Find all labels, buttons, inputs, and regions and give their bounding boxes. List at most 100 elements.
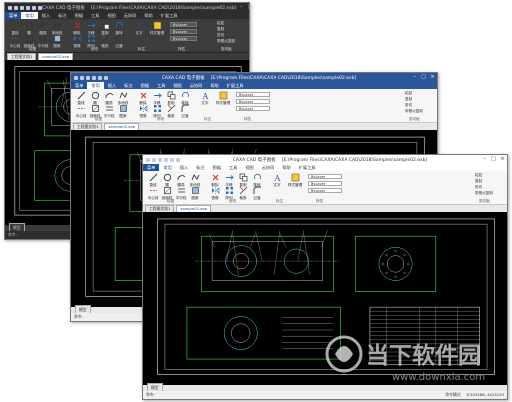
maximize-icon[interactable]: □ — [489, 155, 498, 164]
document-tab[interactable]: sample02.exb — [176, 205, 212, 212]
ribbon-tab[interactable]: 视图 — [241, 164, 257, 171]
document-tab[interactable]: 工程图文档1 — [73, 123, 103, 130]
ribbon-tab[interactable]: 帮助 — [140, 12, 156, 19]
quick-access-icon[interactable] — [170, 157, 174, 162]
draw-tool-button[interactable]: 中心线 — [74, 104, 88, 119]
ribbon-tab[interactable]: 云协同 — [186, 82, 207, 89]
ribbon-tab[interactable]: 云协同 — [258, 164, 279, 171]
draw-tool-button[interactable]: 图案 — [50, 34, 64, 49]
ribbon-tab[interactable]: 菜单 — [5, 12, 22, 19]
draw-tool-button[interactable]: 中心线 — [8, 34, 22, 49]
quick-access-icon[interactable] — [152, 157, 156, 162]
ribbon-tab[interactable]: 插入 — [104, 82, 120, 89]
ribbon-tab[interactable]: 常用 — [21, 12, 38, 19]
layer-combo[interactable]: ByLayer — [236, 99, 270, 104]
draw-tool-button[interactable]: 平行线 — [102, 104, 116, 119]
ribbon-tab[interactable]: 扩展工具 — [157, 12, 182, 19]
modify-tool-button[interactable]: 过渡 — [112, 34, 126, 49]
ribbon-tab[interactable]: 图幅 — [209, 164, 225, 171]
draw-tool-button[interactable]: 图案 — [188, 186, 202, 201]
ribbon-tab[interactable]: 视图 — [169, 82, 185, 89]
draw-tool-button[interactable]: 中心线 — [146, 186, 160, 201]
model-tab[interactable]: 模型 — [75, 305, 91, 313]
ribbon-tab[interactable]: 帮助 — [278, 164, 294, 171]
ribbon-tab[interactable]: 图幅 — [71, 12, 87, 19]
model-tab[interactable]: 模型 — [147, 383, 163, 391]
quick-access-icon[interactable] — [32, 5, 36, 10]
clipboard-item[interactable]: 粘贴 — [475, 173, 482, 178]
document-tab[interactable]: sample02.exb — [104, 123, 140, 130]
draw-tool-button[interactable]: 图案 — [116, 104, 130, 119]
minimize-icon[interactable]: – — [480, 155, 489, 164]
quick-access-icon[interactable] — [14, 5, 18, 10]
modify-tool-button[interactable]: 镜像 — [70, 34, 84, 49]
quick-access-icon[interactable] — [26, 5, 30, 10]
minimize-icon[interactable]: – — [410, 73, 419, 82]
draw-tool-button[interactable]: 平行线 — [36, 34, 50, 49]
quick-access-icon[interactable] — [86, 75, 90, 80]
quick-access-icon[interactable] — [164, 157, 168, 162]
minimize-icon[interactable]: – — [236, 3, 245, 12]
clipboard-item[interactable]: 复制 — [217, 27, 224, 32]
document-tab[interactable]: 工程图文档1 — [7, 53, 37, 60]
ribbon-tab[interactable]: 扩展工具 — [223, 82, 248, 89]
quick-access-icon[interactable] — [98, 75, 102, 80]
quick-access-icon[interactable] — [20, 5, 24, 10]
model-tab[interactable]: 模型 — [9, 223, 25, 231]
text-tool-button[interactable]: A 文字 — [198, 91, 212, 106]
quick-access-icon[interactable] — [8, 5, 12, 10]
ribbon-tab[interactable]: 标注 — [54, 12, 70, 19]
style-manager-button[interactable]: 样式管理 — [148, 21, 166, 36]
layer-combo[interactable]: ByLayer — [308, 181, 342, 186]
ribbon-tab[interactable]: 扩展工具 — [295, 164, 320, 171]
modify-tool-button[interactable]: 过渡 — [250, 186, 264, 201]
modify-tool-button[interactable]: 镜像 — [208, 186, 222, 201]
clipboard-item[interactable]: 粘贴 — [217, 21, 224, 26]
layer-combo[interactable]: ByLayer — [236, 92, 270, 97]
layer-combo[interactable]: ByLayer — [308, 188, 342, 193]
modify-tool-button[interactable]: 过渡 — [178, 104, 192, 119]
quick-access-icon[interactable] — [92, 75, 96, 80]
ribbon-tab[interactable]: 帮助 — [206, 82, 222, 89]
ribbon-tab[interactable]: 标注 — [192, 164, 208, 171]
ribbon-tab[interactable]: 插入 — [176, 164, 192, 171]
ribbon-tab[interactable]: 视图 — [103, 12, 119, 19]
clipboard-item[interactable]: 带基点复制 — [405, 109, 423, 114]
quick-access-icon[interactable] — [80, 75, 84, 80]
modify-tool-button[interactable]: 裁剪 — [98, 34, 112, 49]
layer-combo[interactable]: ByLayer — [170, 36, 198, 41]
ribbon-tab[interactable]: 工具 — [153, 82, 169, 89]
layer-combo[interactable]: ByLayer — [170, 22, 198, 27]
modify-tool-button[interactable]: 裁剪 — [164, 104, 178, 119]
ribbon-tab[interactable]: 插入 — [38, 12, 54, 19]
clipboard-item[interactable]: 剪切 — [405, 103, 412, 108]
quick-access-icon[interactable] — [74, 75, 78, 80]
maximize-icon[interactable]: □ — [419, 73, 428, 82]
clipboard-item[interactable]: 剪切 — [475, 185, 482, 190]
layer-combo[interactable]: ByLayer — [236, 106, 270, 111]
style-manager-button[interactable]: 样式管理 — [214, 91, 232, 106]
layer-combo[interactable]: ByLayer — [308, 174, 342, 179]
close-icon[interactable]: × — [428, 73, 437, 82]
ribbon-tab[interactable]: 菜单 — [71, 82, 88, 89]
text-tool-button[interactable]: A 文字 — [132, 21, 146, 36]
clipboard-item[interactable]: 粘贴 — [405, 91, 412, 96]
clipboard-item[interactable]: 复制 — [405, 97, 412, 102]
clipboard-item[interactable]: 剪切 — [217, 33, 224, 38]
modify-tool-button[interactable]: 镜像 — [136, 104, 150, 119]
ribbon-tab[interactable]: 工具 — [87, 12, 103, 19]
document-tab[interactable]: sample02.exb — [38, 53, 74, 60]
ribbon-tab[interactable]: 菜单 — [143, 164, 160, 171]
clipboard-item[interactable]: 带基点复制 — [475, 191, 493, 196]
clipboard-item[interactable]: 带基点复制 — [217, 39, 235, 44]
ribbon-tab[interactable]: 常用 — [87, 82, 104, 89]
ribbon-tab[interactable]: 常用 — [159, 164, 176, 171]
ribbon-tab[interactable]: 标注 — [120, 82, 136, 89]
draw-tool-button[interactable]: 平行线 — [174, 186, 188, 201]
document-tab[interactable]: 工程图文档1 — [145, 205, 175, 212]
layer-combo[interactable]: ByLayer — [170, 29, 198, 34]
maximize-icon[interactable]: □ — [245, 3, 249, 12]
close-icon[interactable]: × — [498, 155, 507, 164]
ribbon-tab[interactable]: 云协同 — [120, 12, 141, 19]
ribbon-tab[interactable]: 工具 — [225, 164, 241, 171]
